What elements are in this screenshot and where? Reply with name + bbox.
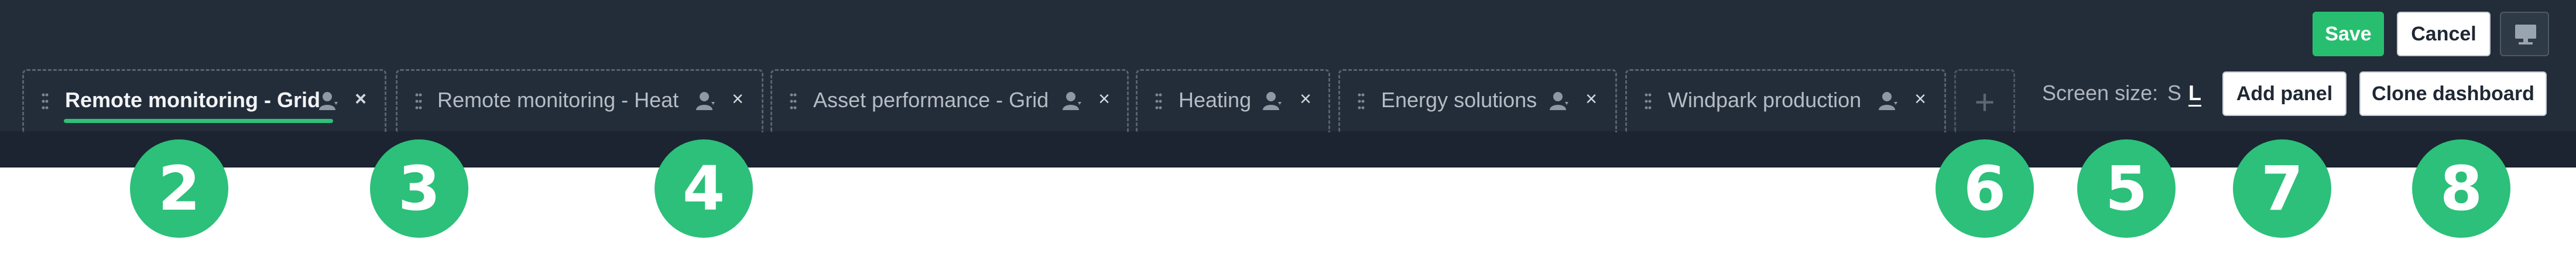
drag-handle-icon[interactable] — [1358, 93, 1365, 110]
tab-label: Remote monitoring - Grid — [65, 88, 320, 112]
tab-windpark-production[interactable]: Windpark production × — [1625, 69, 1946, 132]
callout-badge-7: 7 — [2233, 139, 2331, 238]
person-icon[interactable] — [1878, 90, 1899, 111]
drag-handle-icon[interactable] — [42, 93, 49, 110]
drag-handle-icon[interactable] — [1155, 93, 1162, 110]
dashboard-toolbar: Save Cancel Remote monitoring - Grid × R… — [0, 0, 2576, 168]
add-tab-button[interactable]: + — [1954, 69, 2015, 132]
tab-heating[interactable]: Heating × — [1136, 69, 1330, 132]
person-icon[interactable] — [1549, 90, 1570, 111]
callout-badge-4: 4 — [655, 139, 753, 238]
monitor-icon — [2515, 25, 2536, 45]
person-icon[interactable] — [318, 90, 339, 111]
drag-handle-icon[interactable] — [415, 93, 422, 110]
callout-badge-3: 3 — [370, 139, 468, 238]
close-icon[interactable]: × — [1582, 87, 1600, 111]
drag-handle-icon[interactable] — [790, 93, 797, 110]
tab-asset-performance-grid[interactable]: Asset performance - Grid × — [770, 69, 1129, 132]
cancel-button[interactable]: Cancel — [2397, 12, 2491, 56]
close-icon[interactable]: × — [729, 87, 746, 111]
save-button[interactable]: Save — [2313, 12, 2384, 56]
screen-size-small[interactable]: S — [2167, 81, 2181, 105]
add-panel-button[interactable]: Add panel — [2222, 71, 2347, 116]
panel-view-button[interactable] — [2500, 12, 2549, 56]
callout-badge-6: 6 — [1936, 139, 2034, 238]
close-icon[interactable]: × — [352, 87, 369, 111]
tab-label: Remote monitoring - Heat — [437, 88, 679, 112]
person-icon[interactable] — [695, 90, 716, 111]
tab-energy-solutions[interactable]: Energy solutions × — [1338, 69, 1617, 132]
active-tab-indicator — [64, 119, 333, 123]
tab-remote-monitoring-grid[interactable]: Remote monitoring - Grid × — [22, 69, 386, 132]
clone-dashboard-button[interactable]: Clone dashboard — [2359, 71, 2547, 116]
person-icon[interactable] — [1262, 90, 1283, 111]
callout-badge-5: 5 — [2077, 139, 2176, 238]
callout-badge-2: 2 — [130, 139, 228, 238]
callout-badge-8: 8 — [2412, 139, 2510, 238]
screen-size-label: Screen size: — [2042, 81, 2159, 105]
tab-label: Energy solutions — [1381, 88, 1537, 112]
screen-size-large[interactable]: L — [2188, 81, 2201, 105]
tab-label: Windpark production — [1668, 88, 1862, 112]
person-icon[interactable] — [1061, 90, 1083, 111]
close-icon[interactable]: × — [1297, 87, 1314, 111]
tab-remote-monitoring-heat[interactable]: Remote monitoring - Heat × — [396, 69, 763, 132]
close-icon[interactable]: × — [1912, 87, 1929, 111]
drag-handle-icon[interactable] — [1645, 93, 1652, 110]
close-icon[interactable]: × — [1095, 87, 1113, 111]
tab-label: Heating — [1179, 88, 1252, 112]
tab-label: Asset performance - Grid — [813, 88, 1049, 112]
